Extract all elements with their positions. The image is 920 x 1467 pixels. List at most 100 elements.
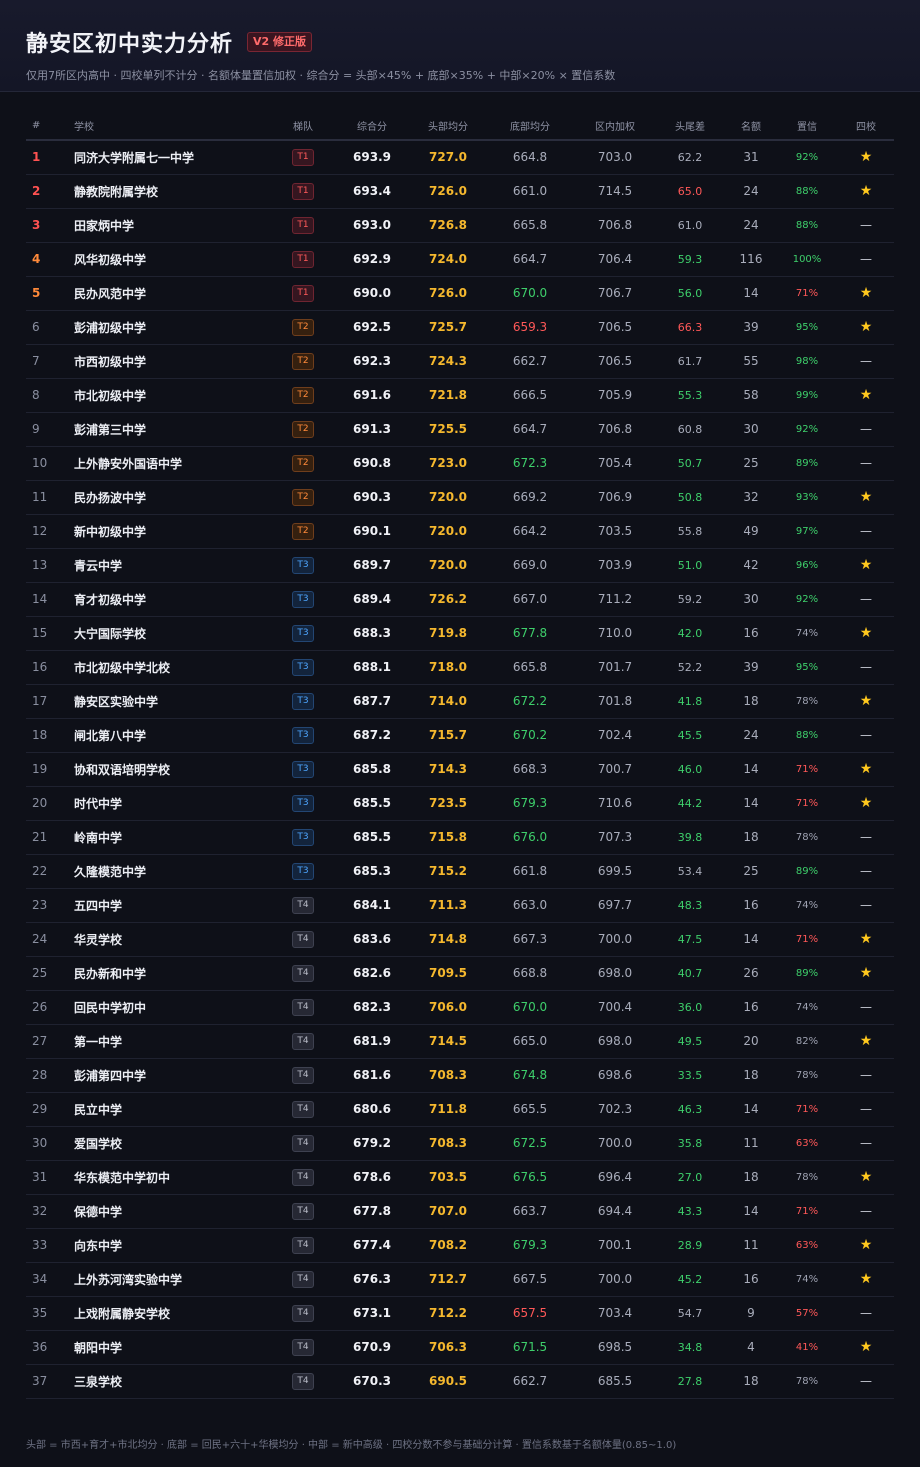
rank-cell: 21 <box>32 830 48 844</box>
page-header: 静安区初中实力分析 V2 修正版 仅用7所区内高中 · 四校单列不计分 · 名额… <box>0 0 920 92</box>
title-row: 静安区初中实力分析 V2 修正版 <box>26 26 894 58</box>
table-row[interactable]: 2 静教院附属学校 T1 693.4 726.0 661.0 714.5 65.0 24 88% ★ <box>26 174 894 208</box>
column-header-four-schools[interactable]: 四校 <box>838 112 894 141</box>
table-row[interactable]: 34 上外苏河湾实验中学 T4 676.3 712.7 667.5 700.0 45.2 16 7… <box>26 1262 894 1296</box>
table-row[interactable]: 17 静安区实验中学 T3 687.7 714.0 672.2 701.8 41.8 18 78%… <box>26 684 894 718</box>
column-header-weighted[interactable]: 区内加权 <box>576 112 654 141</box>
column-header-bottom-avg[interactable]: 底部均分 <box>484 112 576 141</box>
head-avg: 711.3 <box>429 898 467 912</box>
table-row[interactable]: 33 向东中学 T4 677.4 708.2 679.3 700.1 28.9 11 63% ★ <box>26 1228 894 1262</box>
table-row[interactable]: 35 上戏附属静安学校 T4 673.1 712.2 657.5 703.4 54.7 9 57%… <box>26 1296 894 1330</box>
column-header-school[interactable]: 学校 <box>74 112 274 141</box>
tier-badge: T2 <box>292 319 314 336</box>
table-row[interactable]: 4 风华初级中学 T1 692.9 724.0 664.7 706.4 59.3 116 100%… <box>26 242 894 276</box>
bottom-avg: 664.7 <box>512 422 548 436</box>
tier-badge: T1 <box>292 183 314 200</box>
column-header-gap[interactable]: 头尾差 <box>654 112 726 141</box>
table-body: 1 同济大学附属七一中学 T1 693.9 727.0 664.8 703.0 62.2 31 9… <box>26 140 894 1398</box>
weighted-score: 698.5 <box>597 1340 633 1354</box>
weighted-score: 700.0 <box>597 1136 633 1150</box>
table-row[interactable]: 14 育才初级中学 T3 689.4 726.2 667.0 711.2 59.2 30 92% — <box>26 582 894 616</box>
school-name: 彭浦初级中学 <box>74 320 147 335</box>
table-row[interactable]: 7 市西初级中学 T2 692.3 724.3 662.7 706.5 61.7 55 98% — <box>26 344 894 378</box>
four-schools-cell: ★ <box>838 378 894 412</box>
head-tail-gap: 50.8 <box>677 490 703 504</box>
column-header-rank[interactable]: # <box>26 112 74 141</box>
tier-cell: T4 <box>274 990 332 1024</box>
rank-cell: 34 <box>32 1272 48 1286</box>
table-row[interactable]: 18 闸北第八中学 T3 687.2 715.7 670.2 702.4 45.5 24 88% — <box>26 718 894 752</box>
four-schools-cell: ★ <box>838 276 894 310</box>
table-row[interactable]: 30 爱国学校 T4 679.2 708.3 672.5 700.0 35.8 11 63% — <box>26 1126 894 1160</box>
tier-cell: T1 <box>274 242 332 276</box>
table-row[interactable]: 22 久隆模范中学 T3 685.3 715.2 661.8 699.5 53.4 25 89% — <box>26 854 894 888</box>
table-row[interactable]: 1 同济大学附属七一中学 T1 693.9 727.0 664.8 703.0 62.2 31 9… <box>26 140 894 174</box>
table-row[interactable]: 26 回民中学初中 T4 682.3 706.0 670.0 700.4 36.0 16 74% — <box>26 990 894 1024</box>
column-header-total[interactable]: 综合分 <box>332 112 412 141</box>
column-header-count[interactable]: 名额 <box>726 112 776 141</box>
bottom-avg: 669.0 <box>512 558 548 572</box>
table-row[interactable]: 6 彭浦初级中学 T2 692.5 725.7 659.3 706.5 66.3 39 95% ★ <box>26 310 894 344</box>
table-row[interactable]: 28 彭浦第四中学 T4 681.6 708.3 674.8 698.6 33.5 18 78% — <box>26 1058 894 1092</box>
confidence: 88% <box>795 729 819 741</box>
table-row[interactable]: 36 朝阳中学 T4 670.9 706.3 671.5 698.5 34.8 4 41% ★ <box>26 1330 894 1364</box>
quota-count: 14 <box>743 1102 759 1116</box>
table-row[interactable]: 9 彭浦第三中学 T2 691.3 725.5 664.7 706.8 60.8 30 92% — <box>26 412 894 446</box>
four-schools-cell: ★ <box>838 1024 894 1058</box>
table-row[interactable]: 13 青云中学 T3 689.7 720.0 669.0 703.9 51.0 42 96% ★ <box>26 548 894 582</box>
confidence: 57% <box>795 1307 819 1319</box>
rank-cell: 4 <box>32 252 41 266</box>
column-header-head-avg[interactable]: 头部均分 <box>412 112 484 141</box>
total-score: 688.1 <box>353 660 391 674</box>
tier-cell: T2 <box>274 480 332 514</box>
rank-cell: 37 <box>32 1374 48 1388</box>
total-score: 690.0 <box>353 286 391 300</box>
column-header-tier[interactable]: 梯队 <box>274 112 332 141</box>
confidence: 99% <box>795 389 819 401</box>
tier-cell: T2 <box>274 378 332 412</box>
tier-cell: T3 <box>274 582 332 616</box>
total-score: 688.3 <box>353 626 391 640</box>
column-header-confidence[interactable]: 置信 <box>776 112 838 141</box>
school-name: 育才初级中学 <box>74 592 147 607</box>
table-row[interactable]: 8 市北初级中学 T2 691.6 721.8 666.5 705.9 55.3 58 99% ★ <box>26 378 894 412</box>
total-score: 687.2 <box>353 728 391 742</box>
table-row[interactable]: 16 市北初级中学北校 T3 688.1 718.0 665.8 701.7 52.2 39 95… <box>26 650 894 684</box>
quota-count: 16 <box>743 1272 759 1286</box>
table-row[interactable]: 27 第一中学 T4 681.9 714.5 665.0 698.0 49.5 20 82% ★ <box>26 1024 894 1058</box>
school-name: 市北初级中学 <box>74 388 147 403</box>
table-row[interactable]: 5 民办风范中学 T1 690.0 726.0 670.0 706.7 56.0 14 71% ★ <box>26 276 894 310</box>
school-name: 民办新和中学 <box>74 966 147 981</box>
confidence: 98% <box>795 355 819 367</box>
dash-icon: — <box>860 728 872 742</box>
table-row[interactable]: 32 保德中学 T4 677.8 707.0 663.7 694.4 43.3 14 71% — <box>26 1194 894 1228</box>
table-row[interactable]: 31 华东模范中学初中 T4 678.6 703.5 676.5 696.4 27.0 18 78… <box>26 1160 894 1194</box>
table-row[interactable]: 15 大宁国际学校 T3 688.3 719.8 677.8 710.0 42.0 16 74% ★ <box>26 616 894 650</box>
head-tail-gap: 51.0 <box>677 558 703 572</box>
head-avg: 703.5 <box>429 1170 467 1184</box>
quota-count: 14 <box>743 1204 759 1218</box>
dash-icon: — <box>860 1306 872 1320</box>
table-row[interactable]: 23 五四中学 T4 684.1 711.3 663.0 697.7 48.3 16 74% — <box>26 888 894 922</box>
table-row[interactable]: 19 协和双语培明学校 T3 685.8 714.3 668.3 700.7 46.0 14 71… <box>26 752 894 786</box>
table-row[interactable]: 3 田家炳中学 T1 693.0 726.8 665.8 706.8 61.0 24 88% — <box>26 208 894 242</box>
head-tail-gap: 53.4 <box>677 864 703 878</box>
rank-cell: 15 <box>32 626 48 640</box>
table-row[interactable]: 20 时代中学 T3 685.5 723.5 679.3 710.6 44.2 14 71% ★ <box>26 786 894 820</box>
table-row[interactable]: 25 民办新和中学 T4 682.6 709.5 668.8 698.0 40.7 26 89% ★ <box>26 956 894 990</box>
star-icon: ★ <box>859 795 873 811</box>
table-row[interactable]: 29 民立中学 T4 680.6 711.8 665.5 702.3 46.3 14 71% — <box>26 1092 894 1126</box>
table-row[interactable]: 37 三泉学校 T4 670.3 690.5 662.7 685.5 27.8 18 78% — <box>26 1364 894 1398</box>
table-row[interactable]: 11 民办扬波中学 T2 690.3 720.0 669.2 706.9 50.8 32 93% ★ <box>26 480 894 514</box>
quota-count: 31 <box>743 150 759 165</box>
table-row[interactable]: 24 华灵学校 T4 683.6 714.8 667.3 700.0 47.5 14 71% ★ <box>26 922 894 956</box>
quota-count: 16 <box>743 1000 759 1014</box>
table-row[interactable]: 10 上外静安外国语中学 T2 690.8 723.0 672.3 705.4 50.7 25 8… <box>26 446 894 480</box>
confidence: 78% <box>795 831 819 843</box>
tier-badge: T3 <box>292 795 314 812</box>
table-row[interactable]: 12 新中初级中学 T2 690.1 720.0 664.2 703.5 55.8 49 97% — <box>26 514 894 548</box>
four-schools-cell: ★ <box>838 956 894 990</box>
table-row[interactable]: 21 岭南中学 T3 685.5 715.8 676.0 707.3 39.8 18 78% — <box>26 820 894 854</box>
weighted-score: 703.0 <box>597 150 633 165</box>
four-schools-cell: ★ <box>838 480 894 514</box>
